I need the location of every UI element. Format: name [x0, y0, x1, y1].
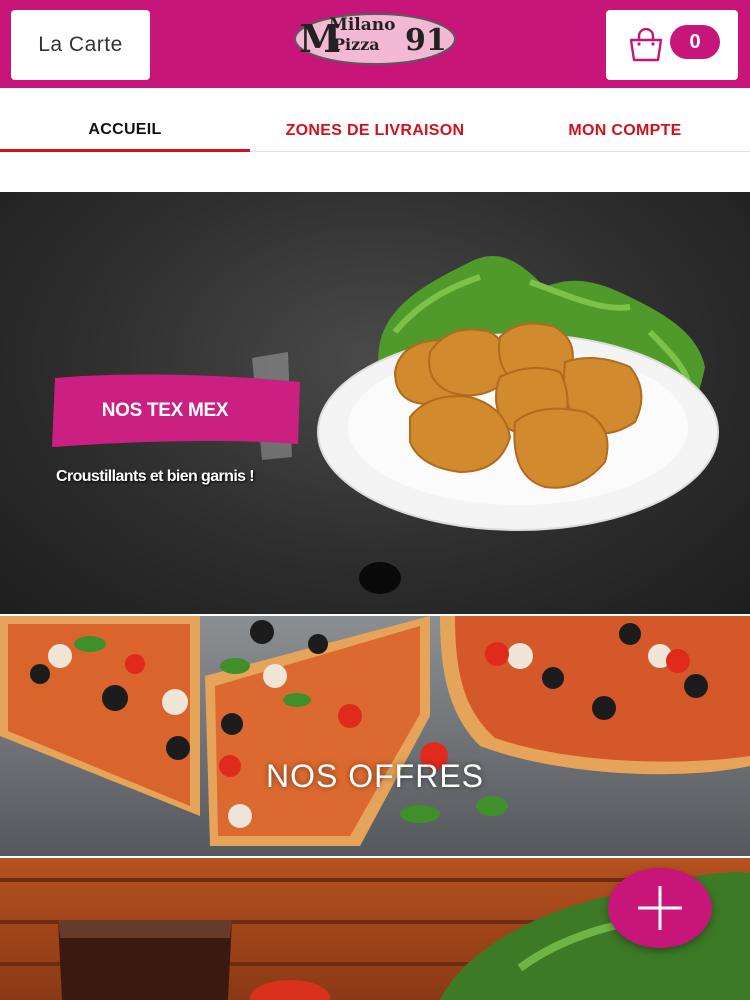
cart-button[interactable]: 0: [606, 10, 738, 80]
tex-mex-label[interactable]: NOS TEX MEX: [50, 378, 280, 444]
tab-mon-compte[interactable]: MON COMPTE: [500, 110, 750, 152]
shopping-bag-icon: [629, 28, 663, 62]
milano-pizza-logo[interactable]: M Milano Pizza 91: [293, 6, 457, 66]
main-nav: ACCUEIL ZONES DE LIVRAISON MON COMPTE: [0, 110, 750, 152]
hero-slider[interactable]: NOS TEX MEX Croustillants et bien garnis…: [0, 192, 750, 614]
offers-banner[interactable]: NOS OFFRES: [0, 616, 750, 856]
logo-number: 91: [405, 23, 447, 58]
cart-count-badge: 0: [670, 25, 720, 59]
plus-icon: [638, 886, 682, 930]
top-bar: La Carte M Milano Pizza 91 0: [0, 0, 750, 88]
pizza-image: [0, 616, 750, 846]
tab-accueil[interactable]: ACCUEIL: [0, 110, 250, 152]
add-button[interactable]: [608, 868, 712, 948]
offers-title: NOS OFFRES: [265, 758, 484, 794]
logo-text-top: Milano: [329, 15, 395, 35]
la-carte-button[interactable]: La Carte: [11, 10, 150, 80]
hero-tagline: Croustillants et bien garnis !: [56, 468, 255, 485]
slider-dot[interactable]: [359, 562, 401, 594]
tab-zones-de-livraison[interactable]: ZONES DE LIVRAISON: [250, 110, 500, 152]
logo-text-bottom: Pizza: [333, 35, 380, 54]
